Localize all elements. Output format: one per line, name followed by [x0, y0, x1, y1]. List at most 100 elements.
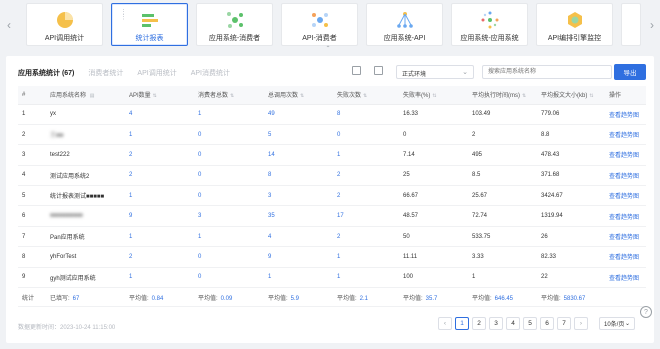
export-button[interactable]: 导出: [614, 64, 646, 80]
next-page-icon[interactable]: ›: [574, 317, 588, 330]
cell-fails: 0: [333, 124, 399, 146]
page-3[interactable]: 3: [489, 317, 503, 330]
chevron-down-icon: ⌄: [462, 69, 468, 76]
stat-value: 2.1: [359, 295, 369, 302]
card-api-consumer[interactable]: API-消费者: [281, 3, 358, 46]
view-trend-link[interactable]: 查看趋势图: [605, 165, 646, 187]
col-calls[interactable]: 总调用次数 ⇅: [264, 86, 333, 105]
sort-icon[interactable]: ⇅: [589, 93, 593, 99]
tree-graph-icon: [396, 12, 413, 28]
page-2[interactable]: 2: [472, 317, 486, 330]
cell-fail-rate: 50: [399, 226, 468, 248]
cell-fail-rate: 66.67: [399, 185, 468, 207]
stat-filled-value: 67: [72, 295, 80, 302]
col-label: 平均执行时间(ms): [472, 93, 520, 100]
stat-label: 统计: [18, 287, 46, 308]
environment-select[interactable]: 正式环境 ⌄: [396, 65, 474, 79]
card-next-peek[interactable]: [621, 3, 641, 46]
sort-icon[interactable]: ⇅: [300, 93, 304, 99]
cell-consumers: 0: [194, 165, 264, 187]
table-stat-row: 统计 已填写: 67 平均值: 0.84 平均值: 0.09 平均值: 5.9 平均值:…: [18, 287, 646, 308]
col-api-count[interactable]: API数量 ⇅: [125, 86, 194, 105]
column-settings-icon[interactable]: [352, 66, 361, 75]
sort-icon[interactable]: ⇅: [153, 93, 157, 99]
view-trend-link[interactable]: 查看趋势图: [605, 226, 646, 248]
stats-panel: 应用系统统计 (67) 消费者统计 API调用统计 API消费统计 正式环境 ⌄…: [6, 56, 654, 343]
filter-icon[interactable]: ▤: [90, 93, 95, 99]
cell-index: 4: [18, 165, 46, 187]
page-6[interactable]: 6: [540, 317, 554, 330]
hub-graph-icon: [311, 13, 328, 27]
cell-fail-rate: 0: [399, 124, 468, 146]
node-graph-icon: [226, 12, 243, 28]
card-app-consumer[interactable]: 应用系统-消费者: [196, 3, 273, 46]
help-icon[interactable]: ?: [640, 306, 652, 318]
card-api-engine-monitor[interactable]: API编排引擎监控: [536, 3, 613, 46]
cell-index: 9: [18, 267, 46, 289]
tab-consumer-stats[interactable]: 消费者统计: [88, 68, 123, 78]
view-trend-link[interactable]: 查看趋势图: [605, 144, 646, 166]
view-trend-link[interactable]: 查看趋势图: [605, 246, 646, 268]
view-trend-link[interactable]: 查看趋势图: [605, 185, 646, 207]
card-api-call-stats[interactable]: API调用统计: [26, 3, 103, 46]
view-trend-link[interactable]: 查看趋势图: [605, 104, 646, 125]
sort-icon[interactable]: ⇅: [522, 93, 526, 99]
page-7[interactable]: 7: [557, 317, 571, 330]
table-tools: [352, 66, 383, 75]
radial-graph-icon: [481, 11, 498, 29]
col-label: 失败次数: [337, 93, 362, 100]
collapse-caret-icon[interactable]: ⌃: [323, 45, 333, 52]
cell-index: 7: [18, 226, 46, 248]
tab-api-call-stats[interactable]: API调用统计: [137, 68, 176, 78]
cell-fails: 1: [333, 267, 399, 289]
sort-icon[interactable]: ⇅: [432, 93, 436, 99]
drag-handle-icon[interactable]: ⋮ ⋮: [120, 9, 127, 21]
col-label: 总调用次数: [268, 93, 299, 100]
carousel-prev-icon[interactable]: ‹: [3, 12, 15, 38]
page-4[interactable]: 4: [506, 317, 520, 330]
stat-fails-avg: 平均值: 2.1: [333, 287, 399, 308]
cell-avg-size: 26: [537, 226, 605, 248]
col-name[interactable]: 应用系统名称 ▤: [46, 86, 125, 105]
stats-tabs: 应用系统统计 (67) 消费者统计 API调用统计 API消费统计: [18, 68, 230, 78]
sort-icon[interactable]: ⇅: [363, 93, 367, 99]
card-app-app[interactable]: 应用系统-应用系统: [451, 3, 528, 46]
cell-avg-size: 1319.94: [537, 205, 605, 227]
cell-avg-time: 495: [468, 144, 537, 166]
chevron-down-icon: ⌄: [624, 321, 630, 327]
prev-page-icon[interactable]: ‹: [438, 317, 452, 330]
col-avg-size[interactable]: 平均报文大小(kb) ⇅: [537, 86, 605, 105]
cell-avg-size: 3424.67: [537, 185, 605, 207]
col-fail-rate[interactable]: 失败率(%) ⇅: [399, 86, 468, 105]
card-app-api[interactable]: 应用系统-API: [366, 3, 443, 46]
cell-calls: 4: [264, 226, 333, 248]
search-input[interactable]: [482, 65, 612, 79]
col-fails[interactable]: 失败次数 ⇅: [333, 86, 399, 105]
cell-avg-size: 371.68: [537, 165, 605, 187]
col-name-label: 应用系统名称: [50, 93, 87, 100]
stat-filled: 已填写: 67: [46, 287, 125, 308]
stat-time-avg: 平均值: 646.45: [468, 287, 537, 308]
cell-consumers: 0: [194, 267, 264, 289]
col-consumers[interactable]: 消费者总数 ⇅: [194, 86, 264, 105]
display-settings-icon[interactable]: [374, 66, 383, 75]
tab-api-consume-stats[interactable]: API消费统计: [191, 68, 230, 78]
page-size-select[interactable]: 10条/页 ⌄: [599, 317, 635, 330]
carousel-cards: API调用统计 ⋮ ⋮ 统计报表 应用系统-消费者 API-消费者 应用系统-AP…: [26, 3, 641, 47]
tab-app-system-stats[interactable]: 应用系统统计 (67): [18, 68, 74, 78]
sort-icon[interactable]: ⇅: [230, 93, 234, 99]
col-avg-time[interactable]: 平均执行时间(ms) ⇅: [468, 86, 537, 105]
page-1[interactable]: 1: [455, 317, 469, 330]
table-row: 8 yhForTest 2 0 9 1 11.11 3.33 82.33 查看趋势图: [18, 246, 646, 268]
view-trend-link[interactable]: 查看趋势图: [605, 267, 646, 289]
carousel-next-icon[interactable]: ›: [646, 12, 658, 38]
cell-index: 3: [18, 144, 46, 166]
stat-value: 5.9: [290, 295, 300, 302]
col-label: 平均报文大小(kb): [541, 93, 588, 100]
stat-empty: [605, 287, 646, 308]
cell-avg-size: 779.06: [537, 104, 605, 125]
view-trend-link[interactable]: 查看趋势图: [605, 205, 646, 227]
card-statistics-report[interactable]: ⋮ ⋮ 统计报表: [111, 3, 188, 46]
view-trend-link[interactable]: 查看趋势图: [605, 124, 646, 146]
page-5[interactable]: 5: [523, 317, 537, 330]
